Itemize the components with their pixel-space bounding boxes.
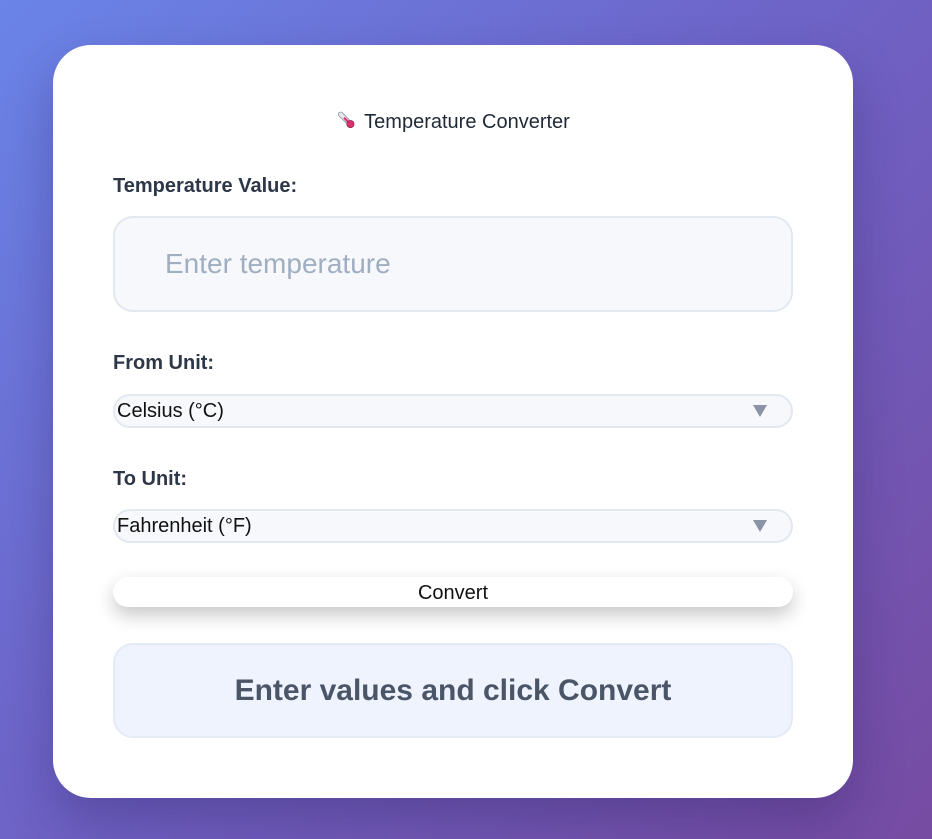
to-unit-select[interactable]: Fahrenheit (°F) xyxy=(113,509,793,543)
from-unit-select[interactable]: Celsius (°C) xyxy=(113,394,793,428)
thermometer-icon xyxy=(336,109,356,137)
from-unit-label: From Unit: xyxy=(113,352,215,374)
temperature-input[interactable] xyxy=(113,216,793,312)
to-unit-label: To Unit: xyxy=(113,468,188,490)
temperature-value-label: Temperature Value: xyxy=(113,175,298,197)
app-title: Temperature Converter xyxy=(53,109,853,133)
convert-button[interactable]: Convert xyxy=(113,577,793,607)
result-display: Enter values and click Convert xyxy=(113,643,793,738)
from-unit-value: Celsius (°C) xyxy=(117,400,224,422)
app-title-text: Temperature Converter xyxy=(364,111,570,133)
to-unit-value: Fahrenheit (°F) xyxy=(117,515,252,537)
chevron-down-icon xyxy=(753,520,767,532)
converter-card: Temperature Converter Temperature Value:… xyxy=(53,45,853,798)
chevron-down-icon xyxy=(753,405,767,417)
